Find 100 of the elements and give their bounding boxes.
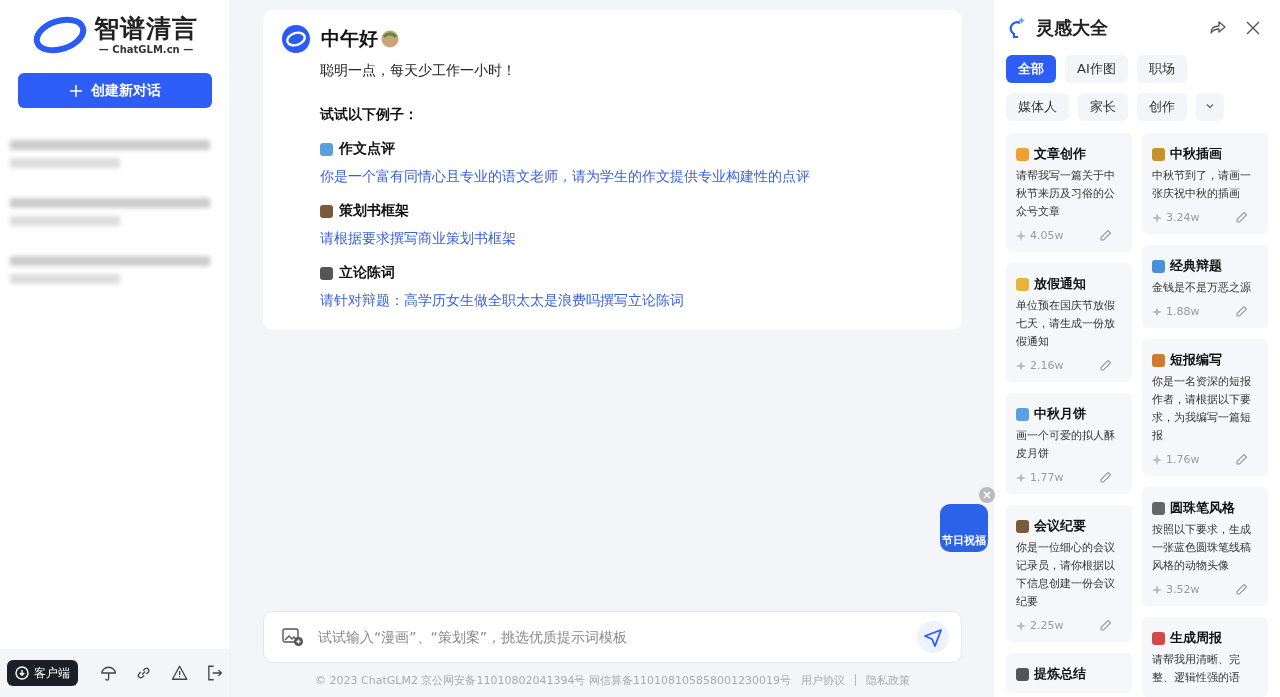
card-description: 单位预在国庆节放假七天，请生成一份放假通知 — [1016, 298, 1116, 350]
emoji-icon — [1016, 519, 1029, 533]
new-chat-button[interactable]: 创建新对话 — [18, 73, 212, 108]
emoji-icon — [320, 204, 333, 218]
card-title: 经典辩题 — [1170, 257, 1222, 275]
plus-icon — [69, 83, 83, 98]
inspiration-card[interactable]: 中秋月饼 画一个可爱的拟人酥皮月饼 1.77w — [1006, 393, 1132, 494]
category-tab[interactable]: AI作图 — [1065, 55, 1128, 83]
usage-count: 1.88w — [1166, 305, 1200, 318]
warning-icon[interactable] — [170, 664, 188, 682]
example-prompt-link[interactable]: 请根据要求撰写商业策划书框架 — [320, 230, 944, 248]
emoji-icon — [320, 266, 333, 280]
close-icon[interactable] — [1246, 20, 1260, 35]
card-title: 会议纪要 — [1034, 517, 1086, 535]
sparkle-icon — [1152, 584, 1162, 595]
category-tab[interactable]: 创作 — [1137, 93, 1187, 121]
emoji-icon — [1016, 277, 1029, 291]
card-title: 圆珠笔风格 — [1170, 499, 1235, 517]
link-icon[interactable] — [135, 664, 153, 682]
sparkle-icon — [1152, 212, 1162, 223]
emoji-icon — [1152, 259, 1165, 273]
example-title: 作文点评 — [339, 140, 395, 158]
card-description: 中秋节到了，请画一张庆祝中秋的插画 — [1152, 168, 1252, 202]
edit-icon[interactable] — [1099, 359, 1112, 372]
category-tab[interactable]: 全部 — [1006, 55, 1056, 83]
edit-icon[interactable] — [1235, 211, 1248, 224]
food-icon — [380, 29, 400, 49]
assistant-avatar-icon — [281, 24, 311, 54]
card-description: 按照以下要求，生成一张蓝色圆珠笔线稿风格的动物头像 — [1152, 522, 1252, 574]
inspiration-card[interactable]: 中秋插画 中秋节到了，请画一张庆祝中秋的插画 3.24w — [1142, 133, 1268, 234]
card-title: 中秋插画 — [1170, 145, 1222, 163]
card-description: 请帮我用清晰、完整、逻辑性强的语 — [1152, 652, 1241, 686]
usage-count: 3.24w — [1166, 211, 1200, 224]
sparkle-icon — [1152, 454, 1162, 465]
usage-count: 3.52w — [1166, 583, 1200, 596]
inspiration-card[interactable]: 短报编写 你是一名资深的短报作者，请根据以下要求，为我编写一篇短报 1.76w — [1142, 339, 1268, 476]
edit-icon[interactable] — [1235, 453, 1248, 466]
card-description: 你是一名资深的短报作者，请根据以下要求，为我编写一篇短报 — [1152, 374, 1252, 444]
card-description: 金钱是不是万恶之源 — [1152, 280, 1252, 296]
greeting-subtitle: 聪明一点，每天少工作一小时！ — [320, 62, 517, 80]
emoji-icon — [1016, 147, 1029, 161]
card-title: 短报编写 — [1170, 351, 1222, 369]
inspiration-card[interactable]: 圆珠笔风格 按照以下要求，生成一张蓝色圆珠笔线稿风格的动物头像 3.52w — [1142, 487, 1268, 606]
logout-icon[interactable] — [205, 664, 223, 682]
card-title: 中秋月饼 — [1034, 405, 1086, 423]
emoji-icon — [1016, 667, 1029, 681]
category-tab[interactable]: 媒体人 — [1006, 93, 1069, 121]
edit-icon[interactable] — [1099, 471, 1112, 484]
prompt-input-box[interactable]: 试试输入“漫画”、“策划案”，挑选优质提示词模板 — [263, 611, 962, 663]
umbrella-icon[interactable] — [100, 664, 118, 682]
client-download-button[interactable]: 客户端 — [7, 660, 78, 686]
expand-categories-button[interactable] — [1196, 93, 1224, 121]
prompt-input-field[interactable]: 试试输入“漫画”、“策划案”，挑选优质提示词模板 — [316, 628, 905, 646]
emoji-icon — [320, 142, 333, 156]
usage-count: 2.25w — [1030, 619, 1064, 632]
examples-heading: 试试以下例子： — [320, 106, 419, 124]
inspiration-card[interactable]: 文章创作 请帮我写一篇关于中秋节来历及习俗的公众号文章 4.05w — [1006, 133, 1132, 252]
usage-count: 1.77w — [1030, 471, 1064, 484]
example-prompt-link[interactable]: 你是一个富有同情心且专业的语文老师，请为学生的作文提供专业构建性的点评 — [320, 168, 944, 186]
card-title: 提炼总结 — [1034, 665, 1086, 683]
usage-count: 4.05w — [1030, 229, 1064, 242]
logo-icon — [32, 14, 88, 55]
share-icon[interactable] — [1210, 19, 1226, 36]
emoji-icon — [1016, 407, 1029, 421]
emoji-icon — [1152, 147, 1165, 161]
send-icon[interactable] — [917, 621, 949, 653]
logo-wordmark: 智谱清言 — [94, 14, 198, 44]
usage-count: 1.76w — [1166, 453, 1200, 466]
sparkle-icon — [1152, 306, 1162, 317]
edit-icon[interactable] — [1099, 229, 1112, 242]
edit-icon[interactable] — [1099, 619, 1112, 632]
logo-domain: — ChatGLM.cn — — [98, 44, 194, 55]
footer-notice: © 2023 ChatGLM2 京公网安备11010802041394号 网信算备110108105858001230019号 — [315, 672, 791, 688]
emoji-icon — [1152, 353, 1165, 367]
card-description: 请帮我写一篇关于中秋节来历及习俗的公众号文章 — [1016, 168, 1116, 220]
emoji-icon — [1152, 501, 1165, 515]
image-upload-icon[interactable] — [282, 627, 304, 647]
example-title: 立论陈词 — [339, 264, 395, 282]
emoji-icon — [1152, 631, 1165, 645]
inspiration-card[interactable]: 会议纪要 你是一位细心的会议记录员，请你根据以下信息创建一份会议纪要 2.25w — [1006, 505, 1132, 642]
panel-title: 灵感大全 — [1036, 15, 1108, 40]
card-title: 放假通知 — [1034, 275, 1086, 293]
example-prompt-link[interactable]: 请针对辩题：高学历女生做全职太太是浪费吗撰写立论陈词 — [320, 292, 944, 310]
sparkle-icon — [1016, 360, 1026, 371]
example-title: 策划书框架 — [339, 202, 409, 220]
edit-icon[interactable] — [1235, 305, 1248, 318]
inspiration-card[interactable]: 经典辩题 金钱是不是万恶之源 1.88w — [1142, 245, 1268, 328]
category-tab[interactable]: 职场 — [1136, 55, 1187, 83]
inspiration-card[interactable]: 提炼总结 — [1006, 653, 1132, 693]
sparkle-icon — [1016, 620, 1026, 631]
card-title: 生成周报 — [1170, 629, 1222, 647]
download-icon — [15, 666, 29, 680]
card-description: 你是一位细心的会议记录员，请你根据以下信息创建一份会议纪要 — [1016, 540, 1116, 610]
card-description: 画一个可爱的拟人酥皮月饼 — [1016, 428, 1116, 462]
inspiration-card[interactable]: 放假通知 单位预在国庆节放假七天，请生成一份放假通知 2.16w — [1006, 263, 1132, 382]
festival-greeting-badge[interactable]: 节日祝福 — [940, 504, 988, 552]
inspiration-card[interactable]: 生成周报 请帮我用清晰、完整、逻辑性强的语 — [1142, 617, 1268, 697]
category-tab[interactable]: 家长 — [1078, 93, 1128, 121]
greeting-title: 中午好 — [321, 26, 378, 51]
edit-icon[interactable] — [1235, 583, 1248, 596]
